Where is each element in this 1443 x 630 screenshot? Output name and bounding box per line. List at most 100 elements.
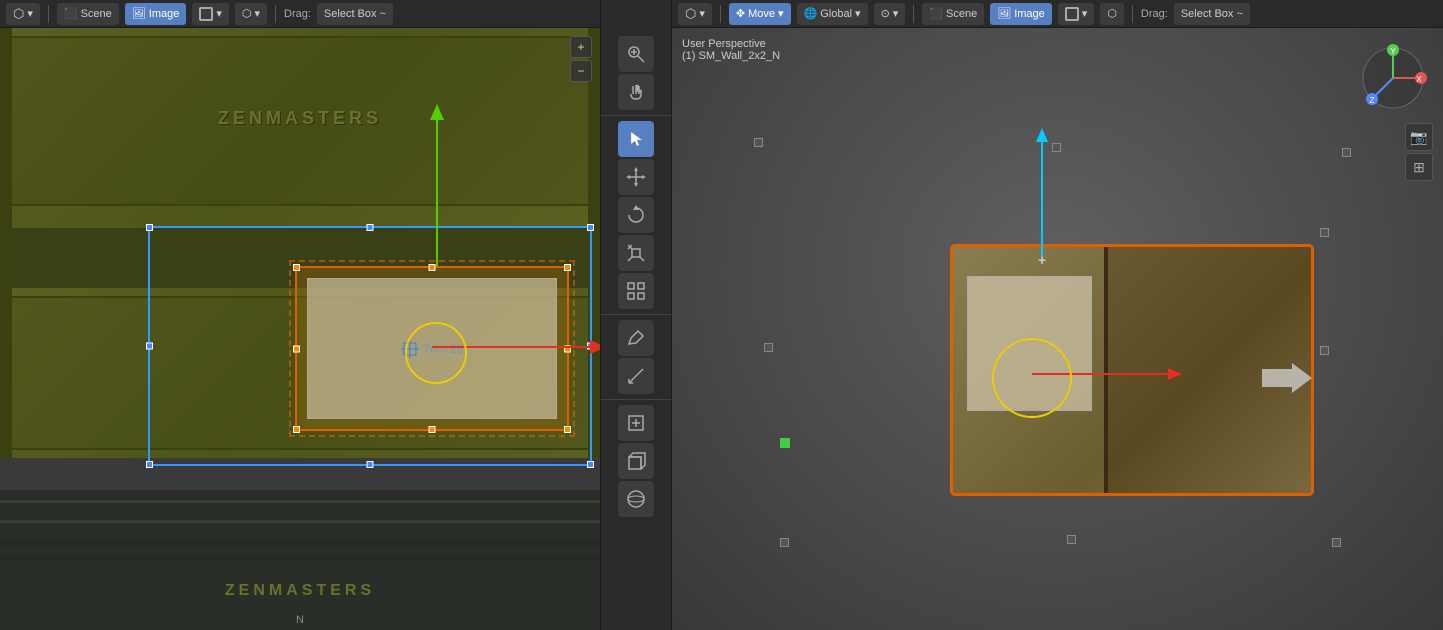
editor-type-btn-right[interactable]: ⬡ ▾ [678,3,712,25]
image-btn-left[interactable]: 🖼 Image [125,3,187,25]
nav-gizmo[interactable]: X Y Z [1353,38,1433,118]
uv-zoom-tools: + − [570,36,592,82]
sep3 [720,5,721,23]
grid-btn[interactable]: ⊞ [1405,153,1433,181]
sphere-icon [626,489,646,509]
measure-tool-btn[interactable] [618,358,654,394]
pipe5 [0,555,600,560]
perspective-info: User Perspective (1) SM_Wall_2x2_N [682,38,780,62]
left-header-bar: ⬡ ▾ ⬛ Scene 🖼 Image ▾ ⬡ ▾ Drag: [0,0,600,28]
cursor-icon [627,130,645,148]
pipe2 [0,510,600,512]
cyan-arrow-svg [1032,128,1052,268]
scene-btn-right[interactable]: ⬛ Scene [922,3,984,25]
transform-icon [626,167,646,187]
uv-handle-tr [587,224,594,231]
uv-handle-bm [367,461,374,468]
move-mode-btn[interactable]: ✥ Move ▾ [729,3,791,25]
move-icon: ✥ [736,7,745,20]
uv-orange-handle-bl [293,426,300,433]
right-header-bar: ⬡ ▾ ✥ Move ▾ 🌐 Global ▾ ⊙ ▾ ⬛ Scene [672,0,1443,28]
sep4 [913,5,914,23]
3d-viewport-panel[interactable]: User Perspective (1) SM_Wall_2x2_N [672,28,1443,630]
grab-tool-btn[interactable] [618,74,654,110]
main-layout: ZENMASTERS ZENMASTERS [0,28,1443,630]
uv-n-label: N [296,614,304,626]
select-box-btn-right[interactable]: Select Box ~ [1174,3,1250,25]
scale-tool-btn[interactable] [618,235,654,271]
uv-green-arrow-shaft [436,108,438,266]
uv-canvas[interactable]: ZENMASTERS ZENMASTERS [0,28,600,630]
move-label: Move [748,8,775,20]
viewport-shading-left[interactable]: ⬡ ▾ [235,3,267,25]
add-cube-icon [626,413,646,433]
overlay-dropdown-right: ▾ [1082,7,1088,20]
wall-left-edge [0,28,12,458]
overlay-dropdown-left: ▾ [216,7,222,20]
scale-icon [626,243,646,263]
select-dot-8 [1332,538,1341,547]
viewport-icon: ⬡ [685,6,696,22]
viewport-canvas[interactable]: User Perspective (1) SM_Wall_2x2_N [672,28,1443,630]
mode-dropdown: ▾ [778,7,784,20]
select-box-label-right: Select Box ~ [1181,8,1243,20]
zenmasters-label-bottom: ZENMASTERS [225,582,375,600]
uv-red-arrowhead [590,340,600,354]
image-icon-right: 🖼 [997,7,1011,20]
overlay-btn-right[interactable]: ▾ [1058,3,1095,25]
annotate-tool-btn[interactable] [618,320,654,356]
snap-tool-btn[interactable] [618,273,654,309]
proportional-btn[interactable]: ⊙ ▾ [874,3,906,25]
yellow-circle-3d [992,338,1072,418]
image-label-right: Image [1014,8,1045,20]
cursor-tool-btn[interactable] [618,121,654,157]
sep5 [1132,5,1133,23]
overlay-btn-left[interactable]: ▾ [192,3,229,25]
camera-btn[interactable]: 📷 [1405,123,1433,151]
uv-orange-handle-tm [429,264,436,271]
uv-orange-handle-bm [429,426,436,433]
snap-icon [626,281,646,301]
zoom-in-btn[interactable]: + [570,36,592,58]
drag-label-left: Drag: [284,8,311,20]
shading-icon-left: ⬡ [242,7,252,20]
scene-btn-left[interactable]: ⬛ Scene [57,3,119,25]
shading-dropdown-left: ▾ [254,7,260,20]
xray-icon: ⬡ [1107,7,1117,20]
select-dot-7 [1067,535,1076,544]
sphere-btn[interactable] [618,481,654,517]
rotate-tool-btn[interactable] [618,197,654,233]
image-btn-right[interactable]: 🖼 Image [990,3,1052,25]
uv-handle-tl [146,224,153,231]
annotate-icon [626,328,646,348]
tool-separator-2 [601,314,671,315]
view-btns: 📷 ⊞ [1405,123,1433,181]
scene-icon-right: ⬛ [929,7,943,20]
svg-text:X: X [1416,75,1422,84]
global-btn[interactable]: 🌐 Global ▾ [797,3,868,25]
xray-btn[interactable]: ⬡ [1100,3,1124,25]
zoom-out-btn[interactable]: − [570,60,592,82]
tool-separator-1 [601,115,671,116]
overlay-icon-right [1065,7,1079,21]
select-dot-2 [1052,143,1061,152]
pipe4 [0,540,600,545]
editor-type-btn[interactable]: ⬡ ▾ [6,3,40,25]
svg-text:Z: Z [1370,96,1375,105]
editor-type-dropdown: ▾ [27,7,33,20]
object-name-label: (1) SM_Wall_2x2_N [682,50,780,62]
hand-icon [626,82,646,102]
uv-bottom-strip: ZENMASTERS [0,490,600,630]
select-box-btn-left[interactable]: Select Box ~ [317,3,393,25]
zoom-tool-btn[interactable] [618,36,654,72]
add-cube-btn[interactable] [618,405,654,441]
scene-icon-left: ⬛ [64,7,78,20]
svg-text:Y: Y [1390,47,1396,56]
cube-btn[interactable] [618,443,654,479]
proportional-icon: ⊙ [881,7,890,20]
uv-editor-panel[interactable]: ZENMASTERS ZENMASTERS [0,28,600,630]
green-selected-dot [780,438,790,448]
select-dot-5 [1320,346,1329,355]
transform-tool-btn[interactable] [618,159,654,195]
drag-label-right: Drag: [1141,8,1168,20]
